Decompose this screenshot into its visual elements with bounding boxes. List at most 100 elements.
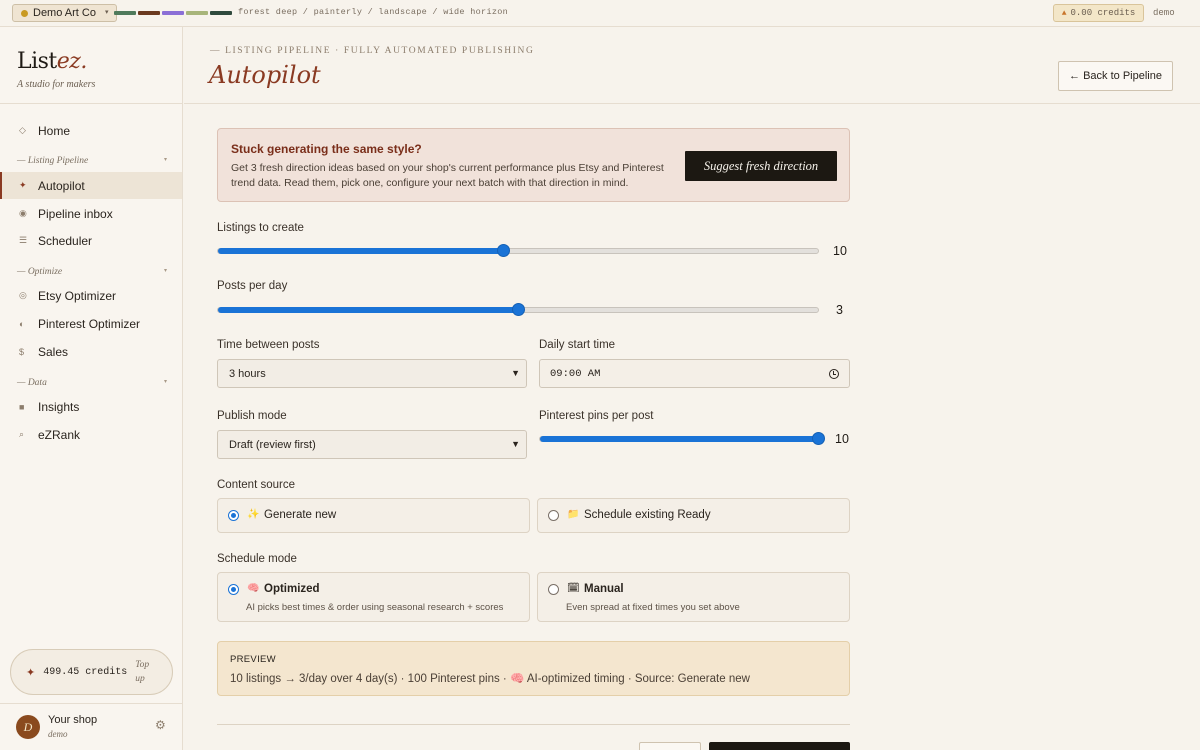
start-time-value: 09:00 AM	[550, 367, 601, 380]
slider-thumb[interactable]	[812, 432, 825, 445]
nav-group-label: — Data	[17, 378, 47, 388]
brand-tagline: A studio for makers	[17, 79, 96, 90]
sidebar-item-label: Home	[38, 123, 71, 138]
shop-status-dot	[21, 9, 28, 17]
palette-swatch	[162, 11, 184, 15]
slider-thumb[interactable]	[497, 244, 510, 257]
credits-chip[interactable]: ▲ 0.00 credits	[1053, 4, 1144, 22]
sidebar-item-label: Pipeline inbox	[38, 206, 113, 221]
credit-amount: 499.45 credits	[43, 666, 128, 678]
flame-icon: ▲	[1061, 8, 1067, 18]
shop-user: demo	[48, 729, 68, 739]
divider	[0, 103, 182, 104]
inbox-icon: ◉	[19, 208, 27, 218]
option-label: Optimized	[264, 583, 320, 595]
brand-logo[interactable]: Listez.	[17, 49, 87, 74]
brand-name-accent: ez.	[56, 49, 88, 74]
clock-icon[interactable]	[829, 369, 839, 379]
list-icon: ☰	[19, 235, 28, 245]
interval-label: Time between posts	[217, 339, 320, 351]
nav-group-listing-pipeline[interactable]: — Listing Pipeline ▾	[17, 156, 167, 166]
publish-mode-value: Draft (review first)	[229, 438, 316, 451]
shop-switcher-label: Demo Art Co	[33, 7, 96, 19]
callout-title: Stuck generating the same style?	[231, 142, 422, 156]
sidebar-item-pipeline-inbox[interactable]: ◉ Pipeline inbox	[0, 200, 182, 227]
listings-slider[interactable]	[217, 244, 819, 257]
top-bar: Demo Art Co ▾ forest deep / painterly / …	[0, 0, 1200, 27]
secondary-action-button[interactable]	[639, 742, 701, 750]
back-to-pipeline-button[interactable]: ← Back to Pipeline	[1058, 61, 1173, 91]
suggest-fresh-direction-button[interactable]: Suggest fresh direction	[685, 151, 837, 181]
shop-profile[interactable]: D Your shop demo ⚙	[0, 703, 182, 750]
gear-icon[interactable]: ⚙	[155, 718, 166, 732]
publish-mode-label: Publish mode	[217, 410, 287, 422]
radio-button[interactable]	[548, 510, 559, 521]
radio-button[interactable]	[548, 584, 559, 595]
slider-fill	[218, 248, 503, 254]
sidebar-item-label: Autopilot	[38, 178, 85, 193]
chevron-down-icon: ▾	[104, 9, 109, 16]
sidebar-item-insights[interactable]: ■ Insights	[0, 393, 182, 420]
listings-value: 10	[833, 244, 847, 258]
sidebar: Listez. A studio for makers ◇ Home — Lis…	[0, 27, 183, 750]
sidebar-item-sales[interactable]: $ Sales	[0, 338, 182, 365]
palette-swatch	[186, 11, 208, 15]
posts-per-day-slider[interactable]	[217, 303, 819, 316]
shop-switcher[interactable]: Demo Art Co ▾	[12, 4, 118, 22]
shop-title: Your shop	[48, 714, 98, 726]
option-label: Schedule existing Ready	[584, 509, 711, 521]
callout-body: Get 3 fresh direction ideas based on you…	[231, 162, 664, 189]
dollar-icon: $	[19, 346, 25, 357]
target-icon: ◎	[19, 290, 27, 300]
sparkle-icon: ✦	[26, 666, 36, 679]
brain-icon: 🧠	[247, 583, 260, 594]
palette-swatch	[210, 11, 232, 15]
preview-label: PREVIEW	[230, 654, 276, 665]
pins-slider[interactable]	[539, 432, 825, 445]
credit-balance[interactable]: ✦ 499.45 credits Top up	[10, 649, 173, 695]
schedule-option-optimized[interactable]: 🧠 Optimized AI picks best times & order …	[217, 572, 530, 622]
fresh-direction-callout: Stuck generating the same style? Get 3 f…	[217, 128, 850, 202]
content-option-schedule-existing[interactable]: 📁 Schedule existing Ready	[537, 498, 850, 533]
sidebar-item-ezrank[interactable]: ⌕ eZRank	[0, 421, 182, 448]
sidebar-item-etsy-optimizer[interactable]: ◎ Etsy Optimizer	[0, 282, 182, 309]
nav-group-label: — Optimize	[17, 267, 63, 277]
content-option-generate-new[interactable]: ✨ Generate new	[217, 498, 530, 533]
option-description: AI picks best times & order using season…	[246, 602, 504, 613]
top-up-link[interactable]: Top up	[135, 658, 157, 686]
start-time-input[interactable]: 09:00 AM	[539, 359, 850, 388]
sidebar-item-label: Scheduler	[38, 233, 93, 248]
option-label: Manual	[584, 583, 624, 595]
divider	[184, 103, 1200, 104]
nav-group-data[interactable]: — Data ▾	[17, 378, 167, 388]
interval-select-value: 3 hours	[229, 367, 266, 380]
listings-label: Listings to create	[217, 222, 304, 234]
sidebar-item-home[interactable]: ◇ Home	[0, 117, 182, 144]
slider-thumb[interactable]	[512, 303, 525, 316]
pins-label: Pinterest pins per post	[539, 410, 654, 422]
radio-button[interactable]	[228, 584, 239, 595]
nav-group-optimize[interactable]: — Optimize ▾	[17, 267, 167, 277]
user-name: demo	[1153, 8, 1175, 18]
primary-action-button[interactable]	[709, 742, 850, 750]
half-circle-icon: ◐	[19, 318, 25, 329]
publish-mode-select[interactable]: Draft (review first) ▼	[217, 430, 527, 459]
calendar-icon: 🗓	[567, 583, 580, 594]
divider	[217, 724, 850, 725]
style-palette	[114, 11, 232, 15]
interval-select[interactable]: 3 hours ▼	[217, 359, 527, 388]
sidebar-item-scheduler[interactable]: ☰ Scheduler	[0, 227, 182, 254]
palette-swatch	[114, 11, 136, 15]
brand-name: List	[17, 49, 57, 74]
content-source-label: Content source	[217, 479, 295, 491]
option-description: Even spread at fixed times you set above	[566, 602, 740, 613]
sidebar-item-pinterest-optimizer[interactable]: ◐ Pinterest Optimizer	[0, 310, 182, 337]
sidebar-item-autopilot[interactable]: ✦ Autopilot	[0, 172, 182, 199]
chevron-down-icon: ▾	[163, 379, 167, 385]
folder-icon: 📁	[567, 509, 580, 520]
chevron-down-icon: ▼	[511, 439, 520, 449]
schedule-option-manual[interactable]: 🗓 Manual Even spread at fixed times you …	[537, 572, 850, 622]
radio-button[interactable]	[228, 510, 239, 521]
pins-value: 10	[835, 432, 849, 446]
slider-fill	[540, 436, 818, 442]
